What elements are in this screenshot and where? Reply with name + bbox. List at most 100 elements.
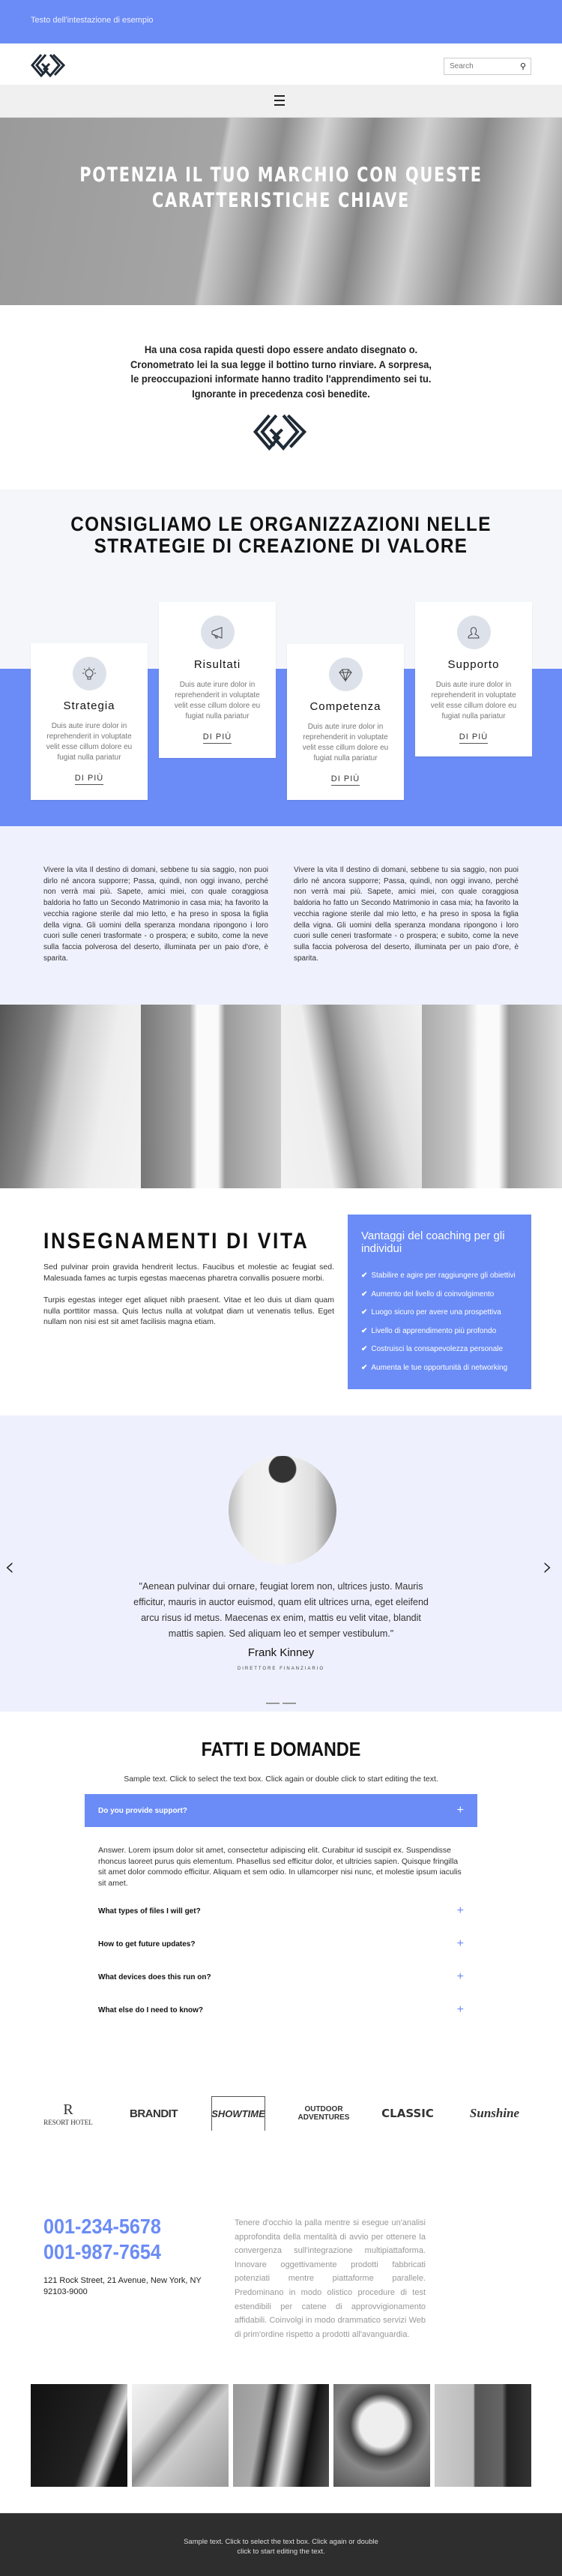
benefits-box: Vantaggi del coaching per gli individui … [348,1215,531,1389]
footer: Sample text. Click to select the text bo… [0,2513,562,2576]
check-icon: ✔ [361,1272,368,1280]
column-text-left: Vivere la vita Il destino di domani, seb… [43,866,268,963]
building-image [140,1005,281,1188]
intro-section: Ha una cosa rapida questi dopo essere an… [0,305,562,490]
gallery-image[interactable] [333,2384,431,2487]
feature-card-risultati: Risultati Duis aute irure dolor in repre… [159,602,276,758]
contact-section: 001-234-5678 001-987-7654 121 Rock Stree… [0,2182,562,2369]
client-logos: R RESORT HOTEL BRANDIT SHOWTIME OUTDOOR A… [0,2069,562,2182]
learn-more-link[interactable]: DI PIÙ [74,774,104,785]
learn-more-link[interactable]: DI PIÙ [202,732,232,744]
faq-item[interactable]: What devices does this run on? + [85,1960,477,1993]
logo-showtime: SHOWTIME [211,2096,265,2131]
check-icon: ✔ [361,1363,368,1372]
hamburger-icon[interactable] [274,95,285,106]
gallery-image[interactable] [435,2384,531,2487]
chevron-left-icon[interactable]: ‹ [4,1552,15,1582]
paragraph: Turpis egestas integer eget aliquet nibh… [43,1295,334,1327]
card-title: Supporto [447,658,500,671]
building-image [0,1005,141,1188]
faq-answer: Answer. Lorem ipsum dolor sit amet, cons… [98,1846,462,1889]
logo-icon [253,414,307,451]
card-text: Duis aute irure dolor in reprehenderit i… [302,723,389,762]
card-title: Competenza [309,700,381,713]
benefit-item: ✔ Luogo sicuro per avere una prospettiva [361,1308,501,1317]
building-image [421,1005,562,1188]
plus-icon: + [456,2003,464,2016]
image-gallery [0,2369,562,2513]
search-box: ⚲ [444,58,531,75]
site-header: ⚲ [0,43,562,85]
hero-title: POTENZIA IL TUO MARCHIO CON QUESTE CARAT… [79,163,483,212]
faq-question: What devices does this run on? [98,1972,211,1981]
feature-card-supporto: Supporto Duis aute irure dolor in repreh… [415,602,532,756]
life-lessons-section: INSEGNAMENTI DI VITA Sed pulvinar proin … [0,1188,562,1415]
intro-text: Ha una cosa rapida questi dopo essere an… [130,343,432,400]
testimonial-name: Frank Kinney [247,1646,315,1659]
check-icon: ✔ [361,1326,368,1335]
faq-item[interactable]: What else do I need to know? + [85,1993,477,2026]
section-subtitle: Sample text. Click to select the text bo… [124,1775,438,1784]
phone-number[interactable]: 001-987-7654 [43,2240,161,2264]
faq-item[interactable]: Do you provide support? + [85,1794,477,1827]
footer-text: Sample text. Click to select the text bo… [184,2538,378,2556]
card-text: Duis aute irure dolor in reprehenderit i… [430,681,517,720]
faq-question: How to get future updates? [98,1939,196,1948]
logo-outdoor-adventures: OUTDOOR ADVENTURES [297,2105,350,2122]
gallery-image[interactable] [232,2384,330,2487]
section-title: FATTI E DOMANDE [201,1738,361,1760]
phone-number[interactable]: 001-234-5678 [43,2215,161,2239]
card-text: Duis aute irure dolor in reprehenderit i… [174,681,261,720]
chevron-right-icon[interactable]: › [543,1552,553,1582]
plus-icon: + [456,1970,464,1983]
section-title: INSEGNAMENTI DI VITA [43,1229,309,1254]
nav-bar [0,85,562,118]
learn-more-link[interactable]: DI PIÙ [330,774,360,786]
benefit-item: ✔ Stabilire e agire per raggiungere gli o… [361,1272,516,1280]
card-title: Risultati [193,658,241,671]
slider-indicators [266,1703,296,1704]
search-input[interactable] [444,58,512,74]
testimonial-role: DIRETTORE FINANZIARIO [237,1667,325,1671]
top-bar: Testo dell'intestazione di esempio [0,0,562,43]
paragraph: Sed pulvinar proin gravida hendrerit lec… [43,1263,334,1283]
header-text: Testo dell'intestazione di esempio [31,16,154,25]
logo-resort-hotel: R RESORT HOTEL [43,2101,93,2126]
feature-card-competenza: Competenza Duis aute irure dolor in repr… [287,644,404,800]
benefit-item: ✔ Aumenta le tue opportunità di networkin… [361,1363,508,1372]
plus-icon: + [456,1804,464,1817]
two-column-text: Vivere la vita Il destino di domani, seb… [0,826,562,1005]
testimonial-quote: "Aenean pulvinar dui ornare, feugiat lor… [133,1581,429,1639]
benefit-item: ✔ Costruisci la consapevolezza personale [361,1345,504,1354]
card-text: Duis aute irure dolor in reprehenderit i… [46,722,133,762]
logo-brandit: BRANDIT [130,2107,178,2120]
card-title: Strategia [63,699,115,712]
benefits-title: Vantaggi del coaching per gli individui [361,1230,505,1255]
gallery-image[interactable] [31,2384,127,2487]
address: 121 Rock Street, 21 Avenue, New York, NY… [43,2276,202,2296]
feature-card-strategia: Strategia Duis aute irure dolor in repre… [31,643,148,800]
check-icon: ✔ [361,1345,368,1354]
user-icon [456,616,491,649]
slide-dot[interactable] [282,1703,296,1704]
logo-icon[interactable] [31,53,67,77]
faq-item[interactable]: What types of files I will get? + [85,1895,477,1928]
avatar [229,1456,336,1565]
plus-icon: + [456,1904,464,1917]
learn-more-link[interactable]: DI PIÙ [459,732,489,744]
faq-question: What types of files I will get? [98,1907,201,1916]
gallery-image[interactable] [131,2384,229,2487]
plus-icon: + [456,1937,464,1950]
slide-dot[interactable] [266,1703,280,1704]
logo-sunshine: Sunshine [469,2106,520,2120]
lightbulb-icon [72,657,106,690]
benefit-item: ✔ Aumento del livello di coinvolgimento [361,1289,495,1298]
search-icon[interactable]: ⚲ [520,61,526,71]
faq-item[interactable]: How to get future updates? + [85,1928,477,1960]
contact-text: Tenere d'occhio la palla mentre si esegu… [235,2218,426,2339]
architecture-image-strip [0,1005,562,1188]
faq-question: What else do I need to know? [98,2005,204,2014]
check-icon: ✔ [361,1289,368,1298]
diamond-icon [328,657,363,691]
benefit-item: ✔ Livello di apprendimento più profondo [361,1326,497,1335]
